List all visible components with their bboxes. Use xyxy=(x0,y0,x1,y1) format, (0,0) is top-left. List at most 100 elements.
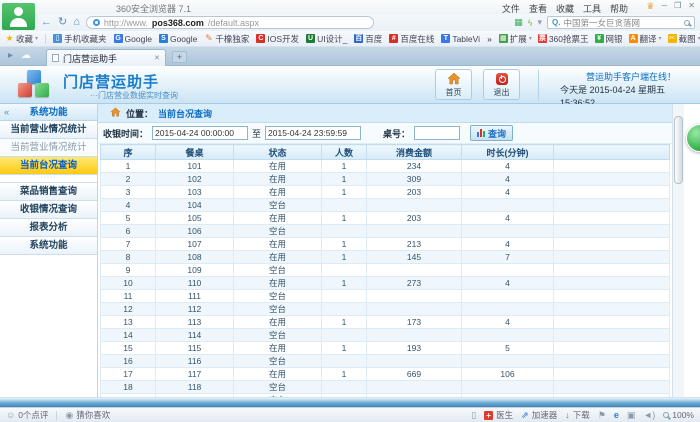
table-cell xyxy=(367,225,462,238)
url-field[interactable]: http://www.pos368.com/default.aspx xyxy=(86,16,374,29)
cloud-sync-icon[interactable]: ☁ xyxy=(21,50,31,61)
doctor-icon[interactable]: +医生 xyxy=(484,409,513,421)
window-icon[interactable]: ▣ xyxy=(627,410,636,420)
bookmark-item[interactable]: ¥网银 xyxy=(595,33,623,45)
status-label: 100% xyxy=(672,410,694,420)
sidebar-item-group[interactable]: 当前营业情况统计 xyxy=(0,121,97,139)
bookmark-item[interactable]: ▯手机收藏夹 xyxy=(53,33,107,45)
vip-crown-icon[interactable]: ♛ xyxy=(646,1,654,12)
query-button[interactable]: 查询 xyxy=(470,125,513,141)
bookmark-item[interactable]: 百百度 xyxy=(354,33,382,45)
app-home-button[interactable]: 首页 xyxy=(435,69,472,100)
back-button[interactable]: ← xyxy=(41,16,52,29)
status-label: 下载 xyxy=(573,409,590,421)
tab-close-icon[interactable]: ✕ xyxy=(154,54,160,62)
bookmark-item[interactable]: TTableVi xyxy=(441,34,480,44)
sidebar-item-group[interactable]: 收银情况查询 xyxy=(0,201,97,219)
bookmark-item[interactable]: SGoogle xyxy=(159,34,197,44)
zoom-level[interactable]: 100% xyxy=(663,410,694,420)
table-cell: 111 xyxy=(156,290,234,303)
status-label: 医生 xyxy=(496,409,513,421)
scrollbar-thumb[interactable] xyxy=(674,116,683,184)
sidebar-item-active[interactable]: 当前台况查询 xyxy=(0,157,97,175)
chevron-down-icon[interactable]: ▾ xyxy=(529,35,532,42)
table-cell: 空台 xyxy=(234,381,322,394)
time-to-input[interactable] xyxy=(265,126,361,140)
table-cell-filler xyxy=(554,264,670,277)
download-icon[interactable]: ↓下载 xyxy=(565,409,590,421)
bookmark-label: Google xyxy=(170,34,197,44)
table-cell xyxy=(322,290,367,303)
flag-icon[interactable]: ⚑ xyxy=(598,410,606,420)
addressbar-icon[interactable]: ▾ xyxy=(537,17,542,28)
chevron-down-icon[interactable]: ▾ xyxy=(659,35,662,42)
table-cell: 273 xyxy=(367,277,462,290)
table-cell: 在用 xyxy=(234,186,322,199)
sidebar-item-sub[interactable]: 当前营业情况统计 xyxy=(0,139,97,157)
sidebar-item-group[interactable]: 报表分析 xyxy=(0,219,97,237)
table-cell: 309 xyxy=(367,173,462,186)
table-cell: 4 xyxy=(462,160,554,173)
status-left-item[interactable]: ☺0个点评 xyxy=(6,409,48,421)
tabbar-left-icons: ▸ ☁ xyxy=(8,50,31,61)
browser-home-button[interactable]: ⌂ xyxy=(73,16,80,29)
browser-account-avatar[interactable] xyxy=(2,3,35,30)
bookmark-item[interactable]: ✎千橡独家 xyxy=(204,33,249,45)
table-cell: 18 xyxy=(101,381,156,394)
addressbar-icon[interactable]: ▦ xyxy=(514,17,523,28)
tab-favicon xyxy=(52,54,59,62)
bookmark-item[interactable]: CIOS开发 xyxy=(256,33,299,45)
bookmark-item[interactable]: UUI设计_ xyxy=(306,33,347,45)
app-exit-button[interactable]: 退出 xyxy=(483,69,520,100)
status-divider xyxy=(56,411,57,420)
time-from-input[interactable] xyxy=(152,126,248,140)
bookmark-favicon: ★ xyxy=(5,34,14,43)
restore-button[interactable]: ❐ xyxy=(674,1,681,12)
status-label: 0个点评 xyxy=(18,409,48,421)
bookmark-item[interactable]: A翻译▾ xyxy=(629,33,662,45)
tab-active[interactable]: 门店营运助手 ✕ xyxy=(46,49,166,66)
new-tab-button[interactable]: + xyxy=(172,51,187,63)
search-icon[interactable] xyxy=(684,20,690,26)
refresh-button[interactable]: ↻ xyxy=(58,16,67,29)
bookmark-item[interactable]: GGoogle xyxy=(114,34,152,44)
table-cell xyxy=(322,199,367,212)
status-left-item[interactable]: ◉猜你喜欢 xyxy=(65,409,110,421)
bookmark-favicon: U xyxy=(306,34,315,43)
tab-title: 门店营运助手 xyxy=(63,52,150,65)
table-no-input[interactable] xyxy=(414,126,460,140)
speaker-icon[interactable]: ◄) xyxy=(643,410,655,420)
table-row: 4104空台 xyxy=(101,199,670,212)
sidebar-item-group[interactable]: 菜品销售查询 xyxy=(0,183,97,201)
table-row: 11111空台 xyxy=(101,290,670,303)
bookmark-item[interactable]: ▦扩展▾ xyxy=(499,33,532,45)
bookmarks-divider xyxy=(45,34,46,44)
minimize-button[interactable]: ─ xyxy=(661,1,667,12)
bookmarks-overflow-icon[interactable]: » xyxy=(487,34,492,44)
site-icon xyxy=(93,19,100,26)
sidebar-item-group[interactable]: 系统功能 xyxy=(0,237,97,255)
table-row: 3103在用12034 xyxy=(101,186,670,199)
table-cell: 空台 xyxy=(234,355,322,368)
bookmark-label: 截图 xyxy=(679,33,696,45)
table-cell: 空台 xyxy=(234,329,322,342)
bookmark-item[interactable]: ✂截图▾ xyxy=(668,33,700,45)
addressbar-icon[interactable]: ϟ xyxy=(528,18,533,28)
table-cell: 4 xyxy=(462,186,554,199)
chevron-down-icon[interactable]: ▾ xyxy=(35,35,38,42)
table-cell: 空台 xyxy=(234,264,322,277)
table-cell: 113 xyxy=(156,316,234,329)
sidebar-collapse-icon[interactable]: « xyxy=(4,104,9,121)
accelerator-icon[interactable]: ⇗加速器 xyxy=(521,409,557,421)
bookmark-item[interactable]: ★收藏▾ xyxy=(5,33,38,45)
bookmark-item[interactable]: 票360抢票王 xyxy=(538,33,589,45)
restore-tabs-icon[interactable]: ▸ xyxy=(8,50,13,61)
browser-search-box[interactable]: Q. xyxy=(547,16,695,29)
close-button[interactable]: ✕ xyxy=(688,1,695,12)
page-scrollbar[interactable] xyxy=(672,104,684,397)
ie-icon[interactable]: e xyxy=(614,410,619,420)
bookmark-item[interactable]: #百度在线 xyxy=(389,33,434,45)
search-input[interactable] xyxy=(563,18,681,28)
table-cell: 234 xyxy=(367,160,462,173)
phone-icon[interactable]: ▯ xyxy=(471,410,476,420)
